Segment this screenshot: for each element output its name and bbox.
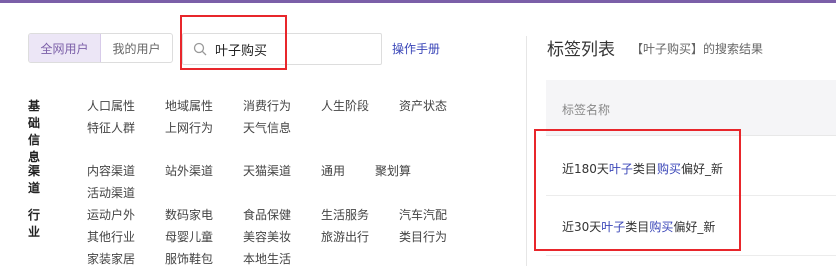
tag-category-item[interactable]: 特征人群 xyxy=(87,119,165,141)
search-highlight-box xyxy=(180,15,287,70)
tag-category-item[interactable]: 美容美妆 xyxy=(243,228,321,250)
tag-category-item[interactable]: 活动渠道 xyxy=(87,184,157,206)
tag-category-item[interactable]: 类目行为 xyxy=(399,228,477,250)
tag-category-item[interactable]: 其他行业 xyxy=(87,228,165,250)
tag-category-item[interactable]: 母婴儿童 xyxy=(165,228,243,250)
panel-divider xyxy=(526,36,527,266)
category-items: 人口属性 地域属性 消费行为 人生阶段 资产状态 特征人群 上网行为 天气信息 xyxy=(87,97,497,141)
tag-category-item[interactable]: 聚划算 xyxy=(375,162,441,184)
all-users-tab[interactable]: 全网用户 xyxy=(29,34,101,62)
category-label: 渠道 xyxy=(28,164,41,195)
tag-category-item[interactable]: 人口属性 xyxy=(87,97,165,119)
category-label: 行业 xyxy=(28,208,41,239)
category-items: 运动户外 数码家电 食品保健 生活服务 汽车汽配 其他行业 母婴儿童 美容美妆 … xyxy=(87,206,497,266)
user-scope-toggle: 全网用户 我的用户 xyxy=(28,33,173,63)
tag-category-item[interactable]: 旅游出行 xyxy=(321,228,399,250)
tag-category-item[interactable]: 资产状态 xyxy=(399,97,477,119)
tag-category-item[interactable]: 本地生活 xyxy=(243,250,321,266)
tag-category-item[interactable]: 服饰鞋包 xyxy=(165,250,243,266)
top-accent-line xyxy=(0,0,836,3)
tag-category-item[interactable]: 内容渠道 xyxy=(87,162,165,184)
search-result-subtitle: 【叶子购买】的搜索结果 xyxy=(631,42,764,56)
operation-manual-link[interactable]: 操作手册 xyxy=(392,40,440,57)
tag-category-item[interactable]: 汽车汽配 xyxy=(399,206,477,228)
tag-category-item[interactable]: 站外渠道 xyxy=(165,162,243,184)
tag-category-item[interactable]: 生活服务 xyxy=(321,206,399,228)
category-label: 基础信息 xyxy=(28,99,41,164)
tag-category-item[interactable]: 食品保健 xyxy=(243,206,321,228)
tag-list-title: 标签列表 xyxy=(547,40,615,60)
tag-category-item[interactable]: 家装家居 xyxy=(87,250,165,266)
results-highlight-box xyxy=(534,129,741,251)
tag-category-item[interactable]: 消费行为 xyxy=(243,97,321,119)
category-items: 内容渠道 站外渠道 天猫渠道 通用 聚划算 活动渠道 xyxy=(87,162,497,206)
tag-category-item[interactable]: 运动户外 xyxy=(87,206,165,228)
tag-category-item[interactable]: 数码家电 xyxy=(165,206,243,228)
my-users-tab[interactable]: 我的用户 xyxy=(101,34,172,62)
tag-category-item[interactable]: 天气信息 xyxy=(243,119,321,141)
tag-category-item[interactable]: 上网行为 xyxy=(165,119,243,141)
tag-table-header: 标签名称 xyxy=(546,80,836,136)
tag-category-item[interactable]: 人生阶段 xyxy=(321,97,399,119)
tag-category-item[interactable]: 通用 xyxy=(321,162,375,184)
column-header-tag-name: 标签名称 xyxy=(562,103,611,117)
tag-category-item[interactable]: 地域属性 xyxy=(165,97,243,119)
tag-category-item[interactable]: 天猫渠道 xyxy=(243,162,321,184)
